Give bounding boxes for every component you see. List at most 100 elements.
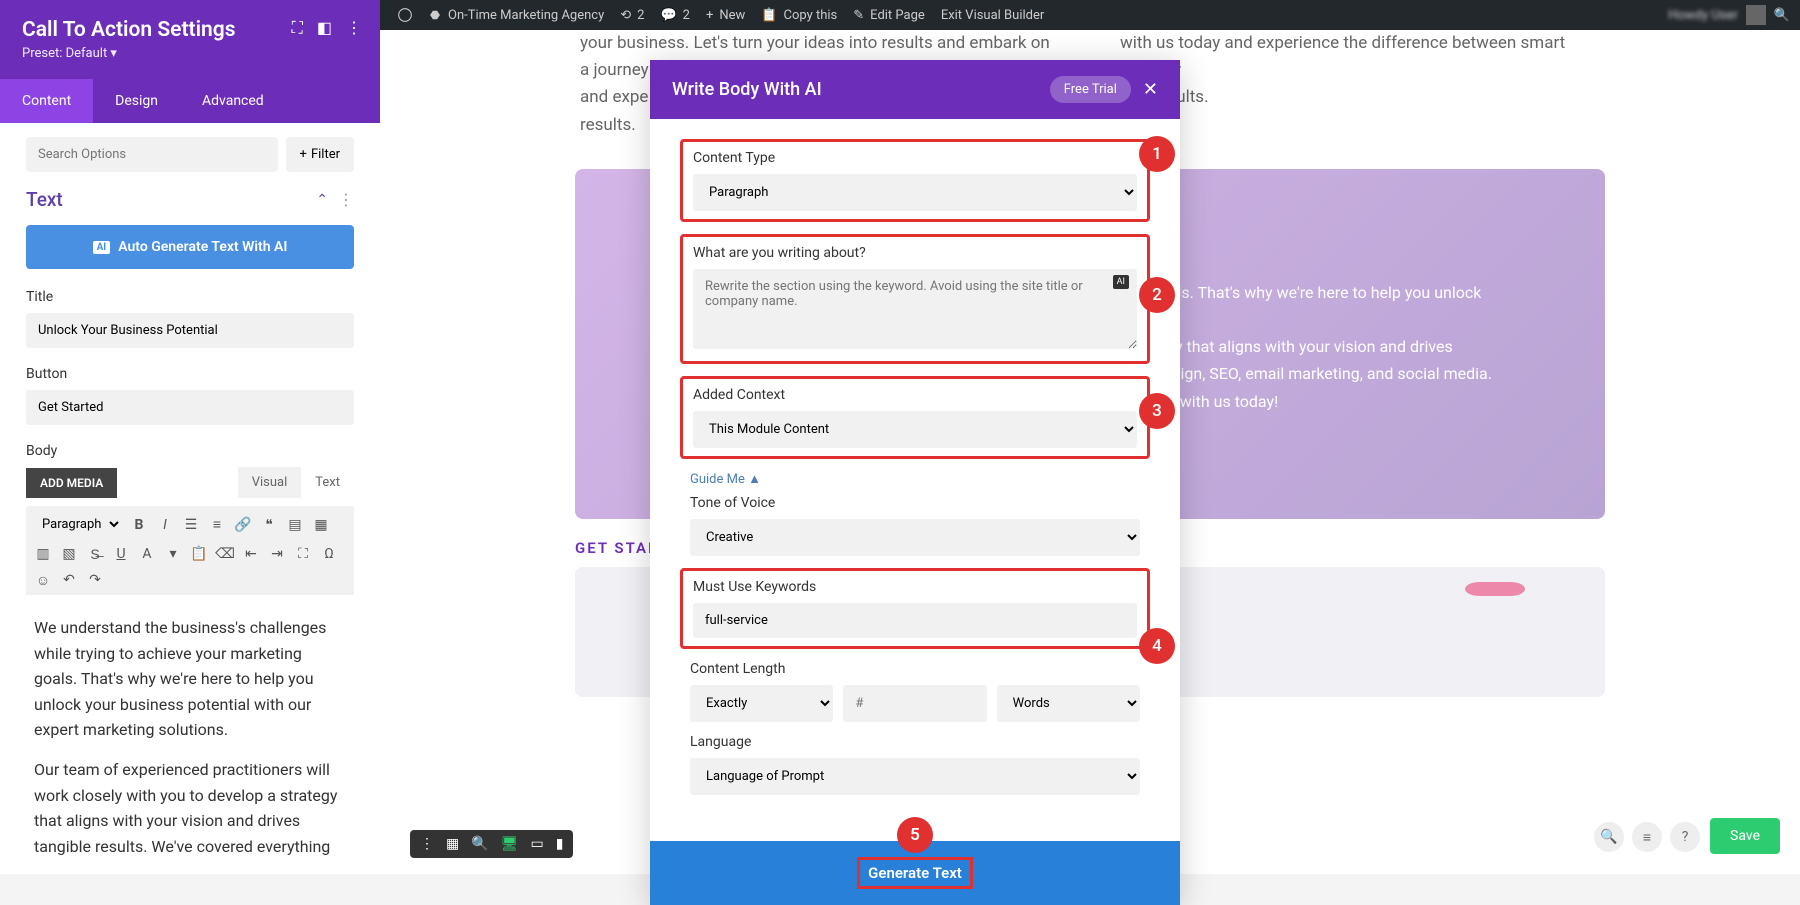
filter-button[interactable]: + Filter — [286, 137, 354, 172]
align-right-icon[interactable]: ▥ — [34, 545, 52, 563]
ai-modal: Write Body With AI Free Trial ✕ 1 Conten… — [650, 60, 1180, 905]
site-link[interactable]: On-Time Marketing Agency — [420, 8, 612, 23]
tab-advanced[interactable]: Advanced — [180, 79, 286, 123]
more-icon[interactable]: ▾ — [164, 545, 182, 563]
added-context-select[interactable]: This Module Content — [693, 411, 1137, 448]
paste-icon[interactable]: 📋 — [190, 545, 208, 563]
sidebar-tabs: Content Design Advanced — [0, 79, 380, 123]
phone-icon[interactable]: ▮ — [556, 836, 564, 852]
quote-icon[interactable]: ❝ — [260, 516, 278, 534]
ai-badge-icon: AI — [93, 241, 111, 254]
editor-toolbar: Paragraph B I ☰ ≡ 🔗 ❝ ▤ ▦ ▥ ▧ S̶ U A ▾ 📋… — [26, 506, 354, 595]
tablet-icon[interactable]: ▭ — [530, 836, 543, 852]
paragraph-select[interactable]: Paragraph — [34, 512, 122, 537]
tone-label: Tone of Voice — [690, 495, 1140, 511]
strike-icon[interactable]: S̶ — [86, 545, 104, 563]
add-media-button[interactable]: ADD MEDIA — [26, 468, 117, 498]
language-select[interactable]: Language of Prompt — [690, 758, 1140, 795]
align-justify-icon[interactable]: ▧ — [60, 545, 78, 563]
fullscreen-icon[interactable]: ⛶ — [294, 545, 312, 563]
language-label: Language — [690, 734, 1140, 750]
copy-button[interactable]: 📋 Copy this — [753, 8, 845, 23]
writing-about-input[interactable] — [693, 269, 1137, 349]
guide-me-link[interactable]: Guide Me ▲ — [690, 471, 1140, 487]
search-help-icon[interactable]: 🔍 — [1594, 822, 1624, 852]
section-menu-icon[interactable]: ⋮ — [338, 190, 354, 209]
ol-icon[interactable]: ≡ — [208, 516, 226, 534]
content-type-label: Content Type — [693, 150, 1137, 166]
keywords-field: 4 Must Use Keywords — [680, 568, 1150, 649]
writing-about-label: What are you writing about? — [693, 245, 1137, 261]
dock-icon[interactable]: ◧ — [317, 18, 332, 38]
visual-tab[interactable]: Visual — [238, 467, 302, 498]
zoom-icon[interactable]: 🔍 — [471, 836, 488, 852]
tone-field: Guide Me ▲ Tone of Voice Creative — [680, 471, 1150, 556]
indent-out-icon[interactable]: ⇤ — [242, 545, 260, 563]
text-tab[interactable]: Text — [301, 467, 354, 498]
length-mode-select[interactable]: Exactly — [690, 685, 833, 722]
tone-select[interactable]: Creative — [690, 519, 1140, 556]
exit-vb-button[interactable]: Exit Visual Builder — [933, 8, 1052, 23]
redo-icon[interactable]: ↷ — [86, 571, 104, 589]
expand-icon[interactable]: ⛶ — [292, 18, 303, 38]
user-name[interactable]: Howdy User — [1668, 8, 1738, 23]
swoosh-graphic — [1465, 582, 1525, 596]
content-type-select[interactable]: Paragraph — [693, 174, 1137, 211]
search-icon[interactable]: 🔍 — [1774, 8, 1790, 23]
search-input[interactable] — [26, 137, 278, 172]
italic-icon[interactable]: I — [156, 516, 174, 534]
tab-content[interactable]: Content — [0, 79, 93, 123]
tab-design[interactable]: Design — [93, 79, 180, 123]
length-unit-select[interactable]: Words — [997, 685, 1140, 722]
new-button[interactable]: + New — [698, 8, 753, 23]
length-number-input[interactable] — [843, 685, 986, 722]
generate-text-button[interactable]: 5 Generate Text — [650, 841, 1180, 905]
text-color-icon[interactable]: A — [138, 545, 156, 563]
ul-icon[interactable]: ☰ — [182, 516, 200, 534]
language-field: Language Language of Prompt — [680, 734, 1150, 795]
body-label: Body — [26, 443, 354, 459]
title-input[interactable] — [26, 313, 354, 348]
length-label: Content Length — [690, 661, 1140, 677]
clear-icon[interactable]: ⌫ — [216, 545, 234, 563]
writing-about-field: 2 What are you writing about? AI — [680, 234, 1150, 364]
comments-count[interactable]: 💬 2 — [652, 8, 698, 23]
auto-generate-ai-button[interactable]: AI Auto Generate Text With AI — [26, 225, 354, 269]
modal-title: Write Body With AI — [672, 79, 822, 100]
bold-icon[interactable]: B — [130, 516, 148, 534]
editor-content[interactable]: We understand the business's challenges … — [26, 595, 354, 874]
special-char-icon[interactable]: Ω — [320, 545, 338, 563]
button-label: Button — [26, 366, 354, 382]
ai-inline-icon[interactable]: AI — [1113, 275, 1129, 289]
callout-2: 2 — [1139, 277, 1175, 313]
callout-4: 4 — [1139, 628, 1175, 664]
wp-logo[interactable] — [390, 8, 420, 22]
align-left-icon[interactable]: ▤ — [286, 516, 304, 534]
edit-page-button[interactable]: ✎ Edit Page — [845, 8, 933, 23]
free-trial-badge[interactable]: Free Trial — [1050, 76, 1131, 103]
save-button[interactable]: Save — [1710, 818, 1780, 854]
section-text-title: Text — [26, 188, 63, 211]
kebab-icon[interactable]: ⋮ — [346, 18, 362, 38]
align-center-icon[interactable]: ▦ — [312, 516, 330, 534]
help-icon[interactable]: ? — [1670, 822, 1700, 852]
button-input[interactable] — [26, 390, 354, 425]
layers-icon[interactable]: ≡ — [1632, 822, 1662, 852]
modal-close-icon[interactable]: ✕ — [1143, 79, 1158, 100]
refresh-count[interactable]: ⟲ 2 — [612, 8, 652, 23]
preset-selector[interactable]: Preset: Default ▾ — [22, 46, 358, 61]
help-icons: 🔍 ≡ ? — [1594, 822, 1700, 852]
desktop-icon[interactable]: 🖥 — [501, 836, 519, 852]
content-type-field: 1 Content Type Paragraph — [680, 139, 1150, 222]
underline-icon[interactable]: U — [112, 545, 130, 563]
menu-icon[interactable]: ⋮ — [420, 836, 434, 852]
wireframe-icon[interactable]: ▦ — [446, 836, 459, 852]
hero-content: ing goals. That's why we're here to help… — [1125, 279, 1555, 415]
keywords-input[interactable] — [693, 603, 1137, 638]
indent-in-icon[interactable]: ⇥ — [268, 545, 286, 563]
avatar[interactable] — [1746, 5, 1766, 25]
collapse-icon[interactable]: ⌃ — [316, 192, 328, 208]
undo-icon[interactable]: ↶ — [60, 571, 78, 589]
emoji-icon[interactable]: ☺ — [34, 571, 52, 589]
link-icon[interactable]: 🔗 — [234, 516, 252, 534]
